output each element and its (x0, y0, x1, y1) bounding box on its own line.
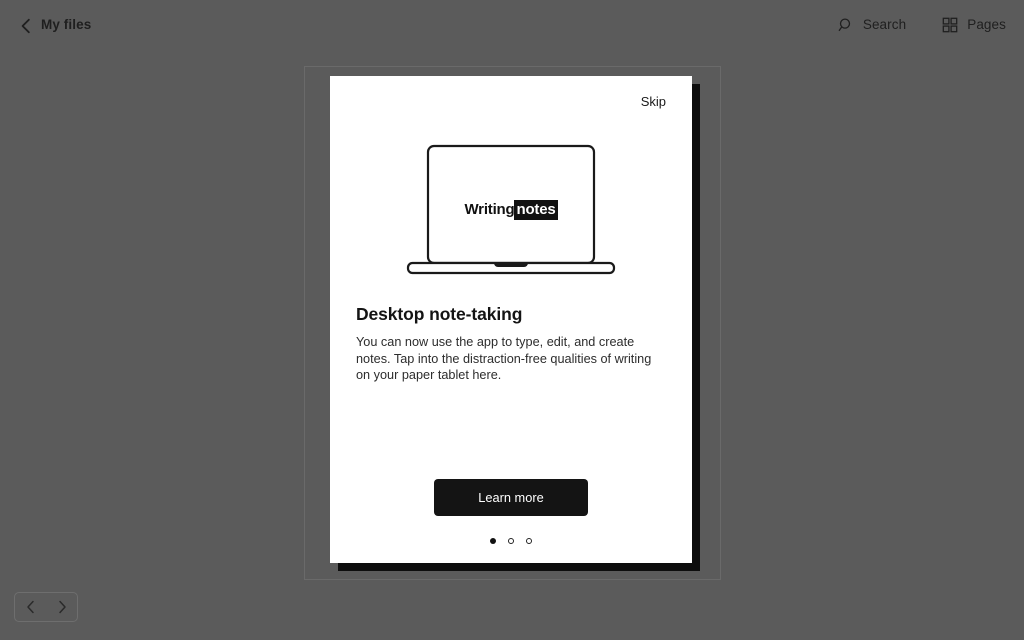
laptop-screen-text: Writing notes (330, 200, 692, 220)
card-title: Desktop note-taking (356, 304, 523, 324)
chevron-left-icon (25, 600, 37, 614)
pages-button[interactable]: Pages (942, 17, 1006, 33)
learn-more-button[interactable]: Learn more (434, 479, 588, 516)
pagination-dot-1[interactable] (490, 538, 496, 544)
skip-button[interactable]: Skip (638, 92, 669, 111)
card-text-block: Desktop note-taking You can now use the … (356, 304, 668, 384)
top-bar: My files Search Pages (0, 0, 1024, 49)
top-bar-right-group: Search Pages (838, 17, 1006, 33)
search-icon (838, 17, 854, 33)
laptop-screen-text-highlight: notes (514, 200, 558, 220)
skip-row: Skip (638, 92, 669, 111)
chevron-left-icon[interactable] (18, 18, 32, 33)
chevron-right-icon (56, 600, 68, 614)
pagination-dots (330, 538, 692, 544)
laptop-screen-text-plain: Writing (464, 201, 515, 218)
onboarding-card: Skip Writing notes Desktop note-taking Yo… (330, 76, 692, 563)
previous-page-button[interactable] (18, 593, 44, 621)
search-button-label: Search (862, 17, 907, 32)
pagination-dot-2[interactable] (508, 538, 514, 544)
next-page-button[interactable] (49, 593, 75, 621)
top-bar-left-group: My files (18, 17, 91, 33)
page-navigation-controls (14, 592, 78, 622)
card-body-text: You can now use the app to type, edit, a… (356, 335, 652, 383)
cta-row: Learn more (330, 479, 692, 516)
breadcrumb-title[interactable]: My files (41, 17, 91, 32)
pages-grid-icon (942, 17, 958, 33)
pagination-dot-3[interactable] (526, 538, 532, 544)
search-button[interactable]: Search (838, 17, 906, 33)
pages-button-label: Pages (967, 17, 1006, 32)
